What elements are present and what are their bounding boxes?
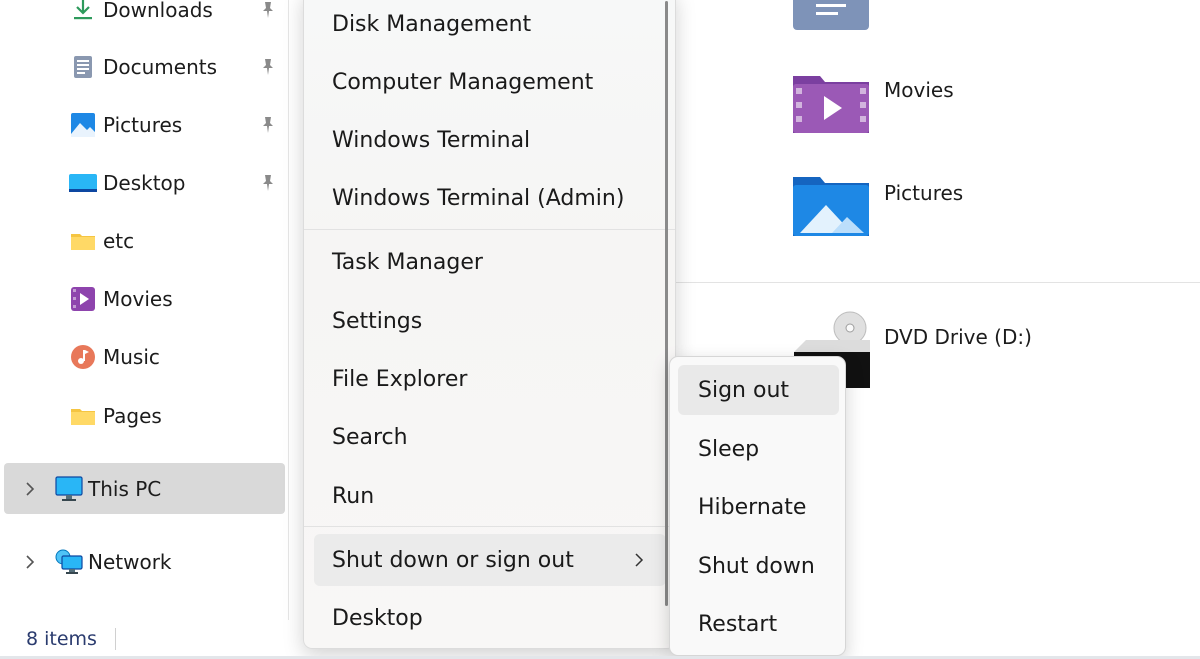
nav-item-etc[interactable]: etc (0, 215, 286, 267)
menu-item-search[interactable]: Search (314, 411, 666, 463)
nav-item-pictures[interactable]: Pictures (0, 99, 286, 151)
content-item-label: Pictures (884, 181, 964, 205)
menu-item-label: Computer Management (332, 69, 594, 95)
menu-item-label: Task Manager (332, 249, 483, 275)
desktop-icon (69, 174, 97, 192)
downloads-icon (74, 0, 92, 20)
menu-item-label: Search (332, 424, 408, 450)
pictures-icon (71, 113, 95, 137)
nav-item-label: Network (88, 549, 172, 574)
submenu-item-label: Hibernate (698, 494, 807, 520)
nav-item-label: Music (103, 345, 160, 369)
submenu-item-restart[interactable]: Restart (678, 599, 839, 649)
nav-item-label: Movies (103, 287, 173, 311)
movies-folder-icon (793, 76, 869, 133)
menu-item-label: Disk Management (332, 11, 532, 37)
folder-icon (71, 409, 95, 425)
documents-icon (74, 56, 92, 78)
menu-item-task-manager[interactable]: Task Manager (314, 236, 666, 288)
menu-item-label: Settings (332, 308, 423, 334)
submenu-item-label: Restart (698, 611, 778, 637)
pin-icon[interactable] (258, 0, 278, 20)
pane-divider (288, 0, 289, 620)
menu-item-desktop[interactable]: Desktop (314, 592, 666, 644)
menu-item-label: Desktop (332, 605, 423, 631)
nav-item-this-pc[interactable]: This PC (4, 463, 285, 514)
menu-scrollbar[interactable] (665, 1, 668, 606)
menu-item-file-explorer[interactable]: File Explorer (314, 353, 666, 405)
chevron-right-icon[interactable] (22, 554, 38, 570)
nav-item-desktop[interactable]: Desktop (0, 157, 286, 209)
nav-item-downloads[interactable]: Downloads (0, 0, 286, 36)
content-item-label: DVD Drive (D:) (884, 325, 1032, 349)
menu-separator (304, 229, 675, 230)
status-divider (115, 628, 116, 650)
nav-item-pages[interactable]: Pages (0, 390, 286, 442)
menu-item-label: Run (332, 483, 375, 509)
content-item-documents[interactable] (792, 0, 872, 32)
nav-item-label: Downloads (103, 0, 213, 22)
folder-icon (71, 234, 95, 250)
nav-item-documents[interactable]: Documents (0, 41, 286, 93)
menu-item-windows-terminal[interactable]: Windows Terminal (314, 114, 666, 166)
menu-item-shut-down-or-sign-out[interactable]: Shut down or sign out (314, 534, 666, 586)
documents-folder-icon (793, 0, 869, 30)
menu-item-label: Windows Terminal (332, 127, 531, 153)
pin-icon[interactable] (258, 115, 278, 135)
menu-item-windows-terminal-admin[interactable]: Windows Terminal (Admin) (314, 172, 666, 224)
chevron-right-icon[interactable] (22, 481, 38, 497)
chevron-right-icon (635, 553, 644, 567)
computer-icon (55, 475, 83, 501)
nav-item-label: Pages (103, 404, 162, 428)
menu-separator (304, 526, 675, 527)
content-item-movies[interactable]: Movies (792, 72, 1092, 134)
submenu-item-shut-down[interactable]: Shut down (678, 541, 839, 591)
navigation-pane: Downloads Documents Pictures Desktop etc… (0, 0, 292, 659)
status-bar: 8 items (0, 620, 292, 659)
menu-item-label: Shut down or sign out (332, 547, 574, 573)
submenu-item-hibernate[interactable]: Hibernate (678, 482, 839, 532)
nav-item-network[interactable]: Network (4, 536, 285, 587)
nav-item-label: This PC (88, 476, 162, 501)
music-icon (71, 345, 95, 369)
submenu-item-sleep[interactable]: Sleep (678, 424, 839, 474)
menu-item-run[interactable]: Run (314, 470, 666, 522)
nav-item-label: Pictures (103, 113, 183, 137)
submenu-item-sign-out[interactable]: Sign out (678, 365, 839, 415)
menu-item-label: File Explorer (332, 366, 468, 392)
movies-icon (71, 287, 95, 311)
nav-item-label: Desktop (103, 171, 186, 195)
item-count: 8 items (26, 628, 97, 650)
menu-item-disk-management[interactable]: Disk Management (314, 0, 666, 50)
pictures-folder-icon (793, 177, 869, 236)
nav-item-label: etc (103, 229, 135, 253)
submenu-item-label: Shut down (698, 553, 815, 579)
menu-item-settings[interactable]: Settings (314, 295, 666, 347)
menu-item-computer-management[interactable]: Computer Management (314, 56, 666, 108)
content-item-label: Movies (884, 78, 954, 102)
menu-item-label: Windows Terminal (Admin) (332, 185, 625, 211)
network-icon (55, 549, 83, 574)
nav-item-label: Documents (103, 55, 218, 79)
pin-icon[interactable] (258, 57, 278, 77)
pin-icon[interactable] (258, 173, 278, 193)
section-divider (676, 282, 1200, 283)
submenu-item-label: Sleep (698, 436, 760, 462)
content-item-pictures[interactable]: Pictures (792, 175, 1092, 237)
nav-item-music[interactable]: Music (0, 331, 286, 383)
shutdown-submenu: Sign out Sleep Hibernate Shut down Resta… (669, 356, 846, 656)
nav-item-movies[interactable]: Movies (0, 273, 286, 325)
submenu-item-label: Sign out (698, 377, 790, 403)
winx-context-menu: Disk Management Computer Management Wind… (303, 0, 676, 649)
